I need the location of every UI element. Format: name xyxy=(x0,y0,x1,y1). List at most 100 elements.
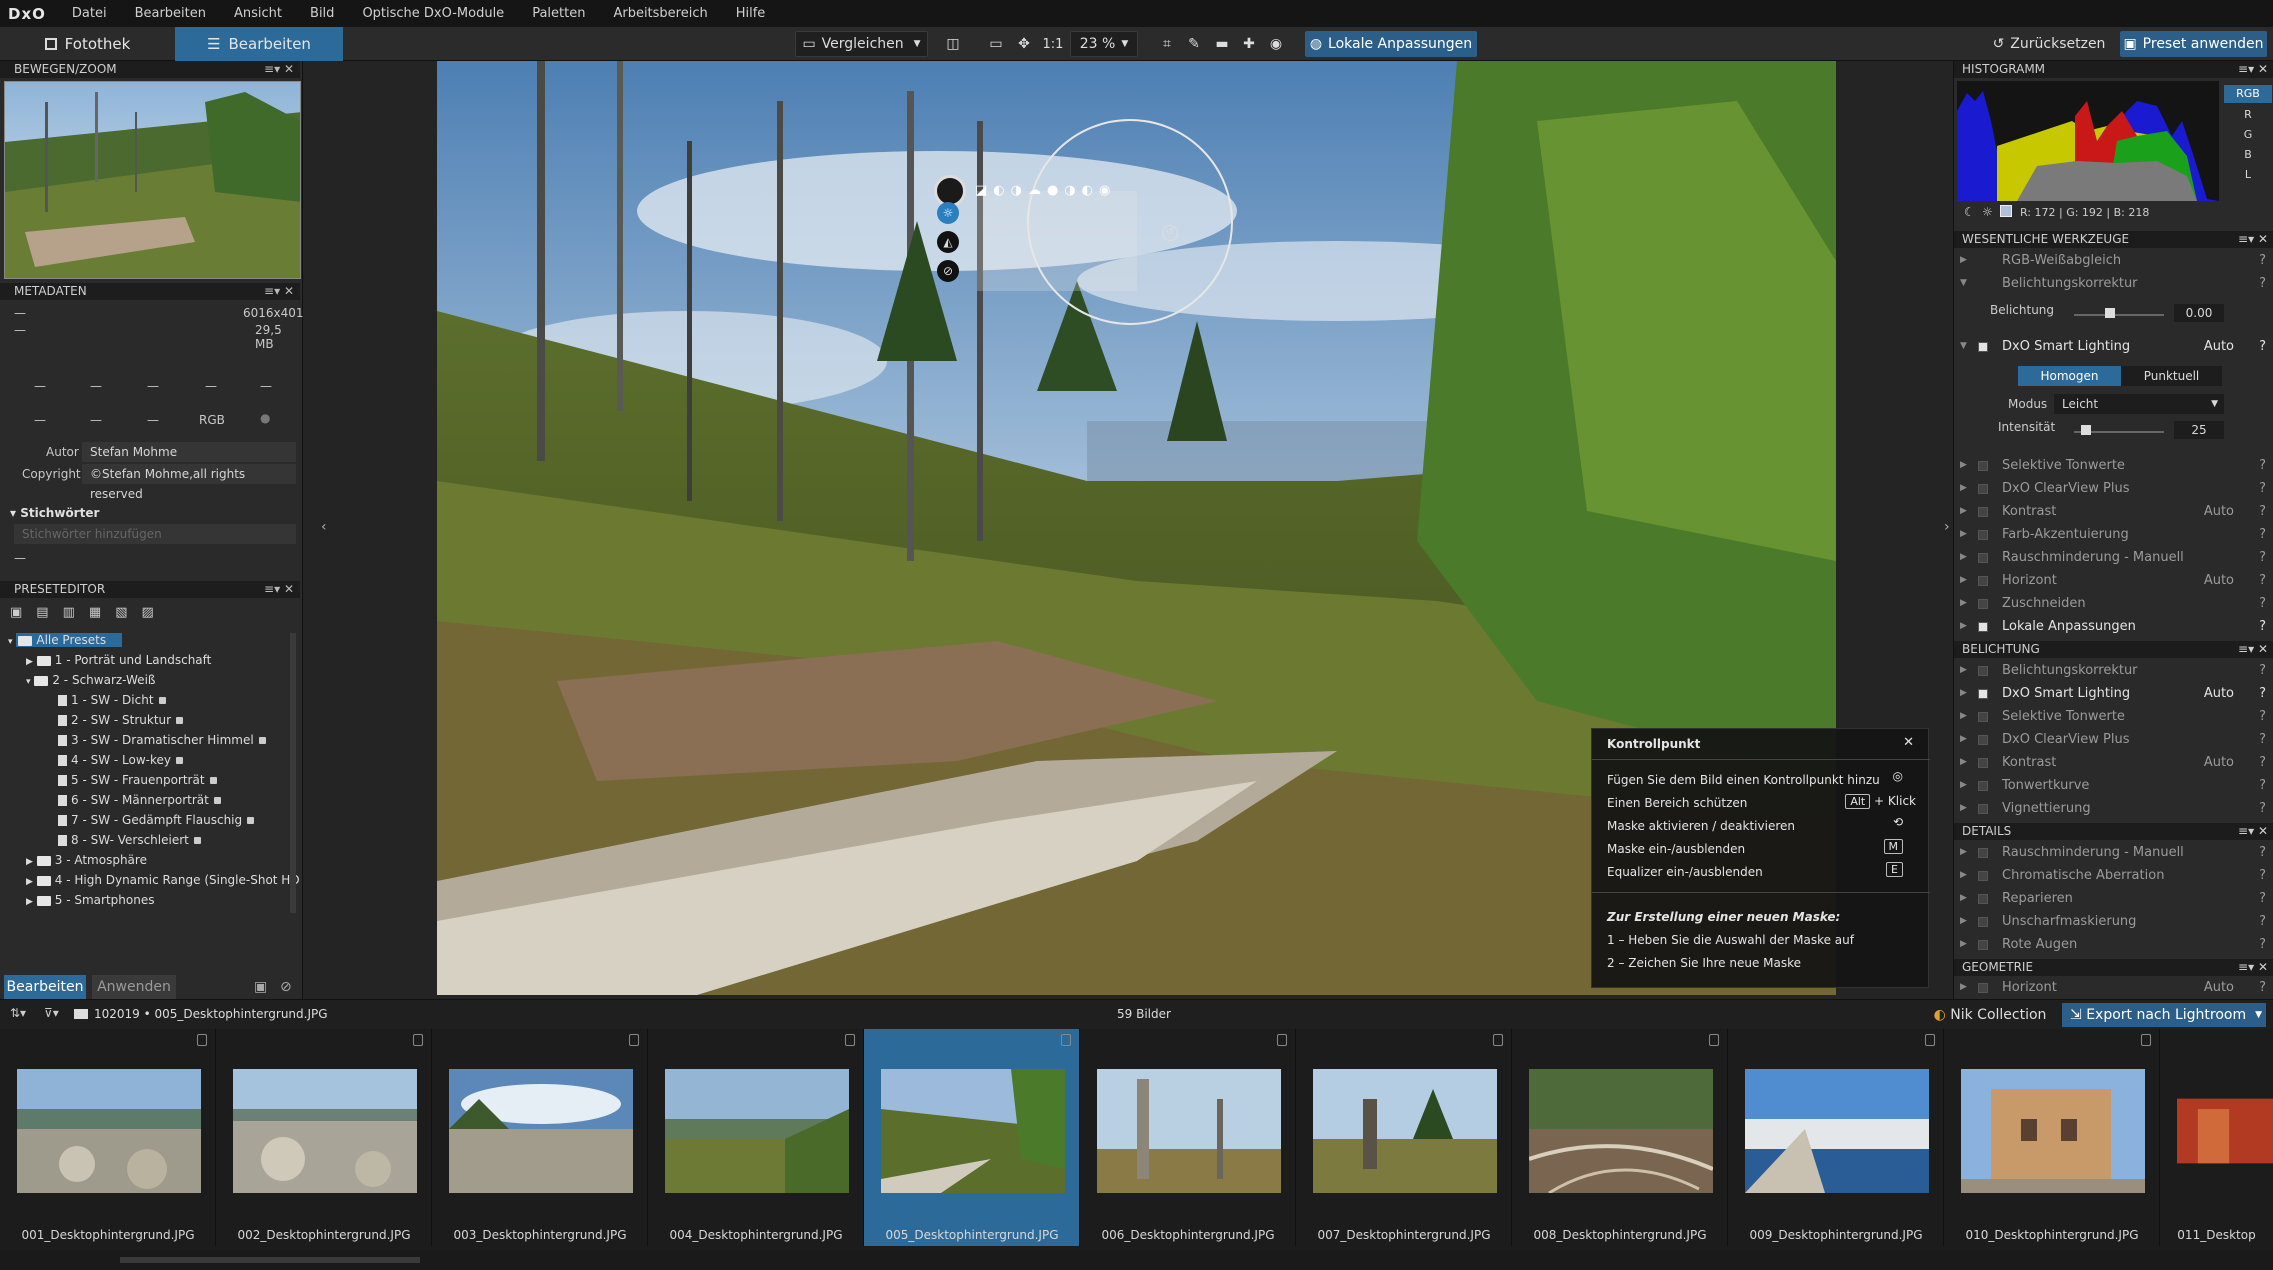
channel-r[interactable]: R xyxy=(2224,105,2272,125)
help-icon[interactable]: ? xyxy=(2259,797,2266,820)
tree-item[interactable]: ▶ 5 - Smartphones xyxy=(0,890,290,910)
close-icon[interactable]: ✕ xyxy=(1903,735,1914,750)
crop-icon[interactable]: ⌗ xyxy=(1156,31,1178,57)
menu-bearbeiten[interactable]: Bearbeiten xyxy=(135,6,206,21)
tree-item[interactable]: 2 - SW - Struktur xyxy=(0,710,290,730)
tree-item[interactable]: 5 - SW - Frauenporträt xyxy=(0,770,290,790)
tool-selective-tones[interactable]: ▶ Selektive Tonwerte? xyxy=(1954,454,2273,477)
panel-menu-icon[interactable]: ≡▾ ✕ xyxy=(2238,231,2268,248)
panel-menu-icon[interactable]: ≡▾ ✕ xyxy=(2238,959,2268,976)
mask-icon[interactable]: ◭ xyxy=(937,231,959,253)
intensity-value[interactable]: 25 xyxy=(2174,421,2224,439)
tool-crop[interactable]: ▶ Zuschneiden? xyxy=(1954,592,2273,615)
tool-clearview-2[interactable]: ▶ DxO ClearView Plus? xyxy=(1954,728,2273,751)
new-from-image-icon[interactable]: ▤ xyxy=(36,605,62,620)
equalizer-sliders[interactable] xyxy=(977,191,1137,291)
help-icon[interactable]: ? xyxy=(2259,272,2266,295)
channel-l[interactable]: L xyxy=(2224,165,2272,185)
help-icon[interactable]: ? xyxy=(2259,500,2266,523)
sort-icon[interactable]: ⇅▾ xyxy=(10,1006,26,1020)
tree-item[interactable]: 7 - SW - Gedämpft Flauschig xyxy=(0,810,290,830)
pin-icon[interactable] xyxy=(2141,1034,2151,1046)
keywords-section[interactable]: ▾ Stichwörter xyxy=(10,506,99,520)
auto-button[interactable]: Auto xyxy=(2204,976,2234,999)
tool-noise-manual-2[interactable]: ▶ Rauschminderung - Manuell? xyxy=(1954,841,2273,864)
zoom-select[interactable]: 23 % ▼ xyxy=(1070,31,1138,57)
tree-scrollbar[interactable] xyxy=(290,633,296,913)
tree-item[interactable]: ▶ 1 - Porträt und Landschaft xyxy=(0,650,290,670)
tool-horizon[interactable]: ▶ Horizont Auto? xyxy=(1954,569,2273,592)
channel-b[interactable]: B xyxy=(2224,145,2272,165)
export-lightroom-button[interactable]: ⇲ Export nach Lightroom ▼ xyxy=(2062,1003,2266,1027)
cancel-icon[interactable]: ⊘ xyxy=(280,979,292,995)
help-icon[interactable]: ? xyxy=(2259,477,2266,500)
tool-unsharp[interactable]: ▶ Unscharfmaskierung? xyxy=(1954,910,2273,933)
homogen-button[interactable]: Homogen xyxy=(2018,366,2121,386)
tool-smart-lighting[interactable]: ▼ DxO Smart Lighting Auto? xyxy=(1954,335,2273,358)
menu-optische-module[interactable]: Optische DxO-Module xyxy=(362,6,504,21)
auto-button[interactable]: Auto xyxy=(2204,682,2234,705)
keywords-input[interactable]: Stichwörter hinzufügen xyxy=(14,524,296,544)
panel-menu-icon[interactable]: ≡▾ ✕ xyxy=(2238,61,2268,78)
tool-rgb-wb[interactable]: ▶ RGB-Weißabgleich? xyxy=(1954,249,2273,272)
auto-button[interactable]: Auto xyxy=(2204,335,2234,358)
mode-select[interactable]: Leicht ▼ xyxy=(2054,394,2224,414)
tab-fotothek[interactable]: Fotothek xyxy=(0,27,175,61)
film-thumb[interactable]: 007_Desktophintergrund.JPG xyxy=(1296,1029,1512,1246)
duplicate-icon[interactable]: ▥ xyxy=(63,605,89,620)
pin-icon[interactable] xyxy=(1709,1034,1719,1046)
tool-vignetting[interactable]: ▶ Vignettierung? xyxy=(1954,797,2273,820)
intensity-slider-thumb[interactable] xyxy=(2081,425,2091,435)
channel-rgb[interactable]: RGB xyxy=(2224,85,2272,103)
collapse-right-icon[interactable]: › xyxy=(1944,519,1950,535)
tree-item[interactable]: ▶ 4 - High Dynamic Range (Single-Shot HD xyxy=(0,870,300,890)
tool-tone-curve[interactable]: ▶ Tonwertkurve? xyxy=(1954,774,2273,797)
help-icon[interactable]: ? xyxy=(2259,887,2266,910)
film-thumb[interactable]: 002_Desktophintergrund.JPG xyxy=(216,1029,432,1246)
tree-item[interactable]: ▾ 2 - Schwarz-Weiß xyxy=(0,670,290,690)
menu-ansicht[interactable]: Ansicht xyxy=(234,6,282,21)
panel-menu-icon[interactable]: ≡▾ ✕ xyxy=(264,61,294,78)
tool-noise-manual[interactable]: ▶ Rauschminderung - Manuell? xyxy=(1954,546,2273,569)
eyedropper-icon[interactable]: ✎ xyxy=(1183,31,1205,57)
menu-datei[interactable]: Datei xyxy=(72,6,107,21)
film-thumb-selected[interactable]: 005_Desktophintergrund.JPG xyxy=(864,1029,1080,1246)
menu-paletten[interactable]: Paletten xyxy=(532,6,585,21)
scroll-thumb[interactable] xyxy=(120,1257,420,1263)
tree-item-all[interactable]: ▾ Alle Presets xyxy=(0,630,290,650)
export-icon[interactable]: ▨ xyxy=(141,605,167,620)
help-icon[interactable]: ? xyxy=(2259,682,2266,705)
help-icon[interactable]: ? xyxy=(2259,728,2266,751)
local-adjustments-button[interactable]: ◍ Lokale Anpassungen xyxy=(1305,31,1477,57)
help-icon[interactable]: ? xyxy=(2259,335,2266,358)
move-icon[interactable]: ✥ xyxy=(1013,31,1035,57)
help-icon[interactable]: ? xyxy=(2259,751,2266,774)
tool-contrast-2[interactable]: ▶ Kontrast Auto? xyxy=(1954,751,2273,774)
film-thumb[interactable]: 003_Desktophintergrund.JPG xyxy=(432,1029,648,1246)
menu-bild[interactable]: Bild xyxy=(310,6,334,21)
author-field[interactable]: Stefan Mohme xyxy=(82,442,296,462)
exposure-slider[interactable] xyxy=(2074,314,2164,316)
filmstrip-scrollbar[interactable] xyxy=(0,1251,2273,1270)
reset-button[interactable]: ↺ Zurücksetzen xyxy=(1990,31,2108,57)
tree-item[interactable]: 1 - SW - Dicht xyxy=(0,690,290,710)
navigator-preview[interactable] xyxy=(4,81,301,279)
menu-hilfe[interactable]: Hilfe xyxy=(736,6,766,21)
split-view-icon[interactable]: ◫ xyxy=(942,31,964,57)
filter-icon[interactable]: ⊽▾ xyxy=(44,1006,59,1020)
pin-icon[interactable] xyxy=(1925,1034,1935,1046)
tab-bearbeiten[interactable]: ☰ Bearbeiten xyxy=(175,27,343,61)
pin-icon[interactable] xyxy=(413,1034,423,1046)
film-thumb[interactable]: 009_Desktophintergrund.JPG xyxy=(1728,1029,1944,1246)
auto-button[interactable]: Auto xyxy=(2204,751,2234,774)
help-icon[interactable]: ? xyxy=(2259,454,2266,477)
tool-exposure-2[interactable]: ▶ Belichtungskorrektur? xyxy=(1954,659,2273,682)
tree-item[interactable]: 6 - SW - Männerporträt xyxy=(0,790,290,810)
channel-g[interactable]: G xyxy=(2224,125,2272,145)
tool-repair[interactable]: ▶ Reparieren? xyxy=(1954,887,2273,910)
apply-preset-button[interactable]: ▣ Preset anwenden xyxy=(2120,31,2267,57)
import-icon[interactable]: ▧ xyxy=(115,605,141,620)
help-icon[interactable]: ? xyxy=(2259,976,2266,999)
tool-red-eye[interactable]: ▶ Rote Augen? xyxy=(1954,933,2273,956)
help-icon[interactable]: ? xyxy=(2259,546,2266,569)
